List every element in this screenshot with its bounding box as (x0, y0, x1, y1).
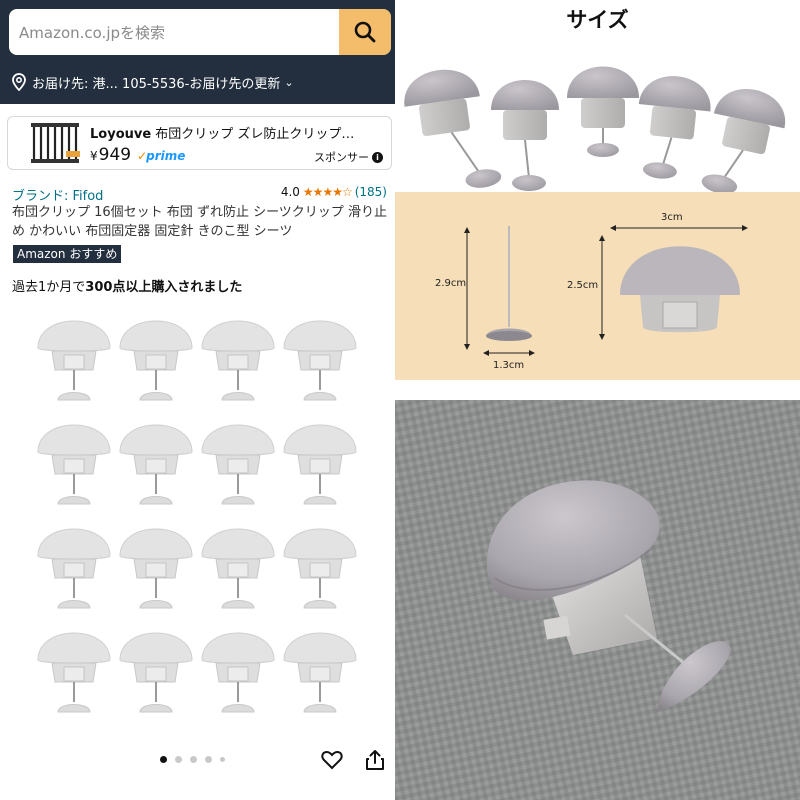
carousel-dot[interactable] (175, 756, 182, 763)
prime-badge: ✓prime (137, 149, 186, 163)
product-image-gallery[interactable] (33, 308, 363, 724)
dimension-diagram: 2.9cm 1.3cm 3cm 2.5cm (395, 192, 800, 380)
gallery-clip-image (197, 412, 279, 516)
share-icon[interactable] (364, 748, 386, 772)
heart-icon[interactable] (320, 748, 344, 772)
gallery-clip-image (115, 308, 197, 412)
gallery-clip-image (115, 516, 197, 620)
pin-height-label: 2.9cm (435, 278, 467, 289)
purchase-count: 過去1か月で300点以上購入されました (12, 276, 242, 295)
pin-base-label: 1.3cm (493, 360, 525, 371)
badge-brand: Amazon (17, 247, 66, 261)
rating-summary[interactable]: 4.0 ★★★★☆ (185) (281, 185, 387, 199)
clip-closeup-photo (395, 400, 800, 800)
carousel-dot[interactable] (160, 756, 167, 763)
clip-photo-row (395, 40, 800, 192)
sponsored-brand: Loyouve (90, 127, 152, 142)
brand-link[interactable]: ブランド: Fifod (12, 189, 103, 204)
search-icon (354, 21, 376, 43)
gallery-clip-image (33, 620, 115, 724)
amazon-mobile-screen: Amazon.co.jpを検索 お届け先: 港... 105-5536‐お届け先… (0, 0, 395, 800)
chevron-down-icon: ⌄ (284, 75, 294, 89)
price-value: 949 (98, 145, 132, 165)
search-bar[interactable]: Amazon.co.jpを検索 (9, 9, 391, 55)
amazon-choice-badge: Amazon おすすめ (13, 245, 122, 263)
purchase-count-bold: 300点以上購入されました (85, 280, 243, 295)
cap-width-label: 3cm (661, 212, 683, 223)
size-title: サイズ (566, 8, 629, 32)
currency-symbol: ¥ (90, 149, 98, 163)
gallery-clip-image (197, 620, 279, 724)
product-title[interactable]: 布団クリップ 16個セット 布団 ずれ防止 シーツクリップ 滑り止め かわいい … (12, 203, 387, 241)
gallery-clip-image (197, 308, 279, 412)
composite-image: Amazon.co.jpを検索 お届け先: 港... 105-5536‐お届け先… (0, 0, 800, 800)
review-count[interactable]: (185) (355, 185, 387, 199)
sponsored-label[interactable]: スポンサー i (314, 149, 383, 165)
sponsored-label-text: スポンサー (314, 151, 369, 164)
gallery-clip-image (197, 516, 279, 620)
gallery-clip-image (279, 516, 361, 620)
gallery-clip-image (33, 516, 115, 620)
carousel-dot[interactable] (220, 757, 225, 762)
sponsored-price: ¥ 949 ✓prime (90, 145, 185, 165)
delivery-text: お届け先: 港... 105-5536‐お届け先の更新 (32, 76, 281, 92)
sponsored-title-text: 布団クリップ ズレ防止クリップ… (151, 127, 355, 142)
header-bar: Amazon.co.jpを検索 お届け先: 港... 105-5536‐お届け先… (0, 0, 395, 104)
sponsored-product-thumbnail (31, 123, 80, 163)
carousel-dot[interactable] (205, 756, 212, 763)
star-rating: ★★★★☆ (302, 185, 353, 199)
gallery-clip-image (279, 620, 361, 724)
info-icon[interactable]: i (372, 151, 383, 163)
gallery-clip-image (279, 308, 361, 412)
gallery-clip-image (115, 412, 197, 516)
gallery-clip-image (279, 412, 361, 516)
sponsored-title[interactable]: Loyouve 布団クリップ ズレ防止クリップ… (90, 123, 390, 142)
sponsored-product-card[interactable]: Loyouve 布団クリップ ズレ防止クリップ… ¥ 949 ✓prime スポ… (7, 116, 392, 170)
gallery-clip-image (33, 308, 115, 412)
gallery-clip-image (33, 412, 115, 516)
brand-rating-row: ブランド: Fifod 4.0 ★★★★☆ (185) (12, 185, 387, 204)
rating-value: 4.0 (280, 185, 300, 199)
image-carousel-dots[interactable] (160, 756, 225, 763)
purchase-prefix: 過去1か月で (12, 280, 86, 295)
badge-text: おすすめ (69, 247, 118, 261)
delivery-address[interactable]: お届け先: 港... 105-5536‐お届け先の更新 ⌄ (12, 72, 294, 92)
carousel-dot[interactable] (190, 756, 197, 763)
location-pin-icon (12, 73, 26, 91)
gallery-clip-image (115, 620, 197, 724)
search-input[interactable]: Amazon.co.jpを検索 (19, 22, 165, 43)
search-button[interactable] (339, 9, 391, 55)
size-info-panel: サイズ 2.9cm 1.3cm 3cm 2.5cm (395, 0, 800, 380)
cap-height-label: 2.5cm (567, 280, 599, 291)
